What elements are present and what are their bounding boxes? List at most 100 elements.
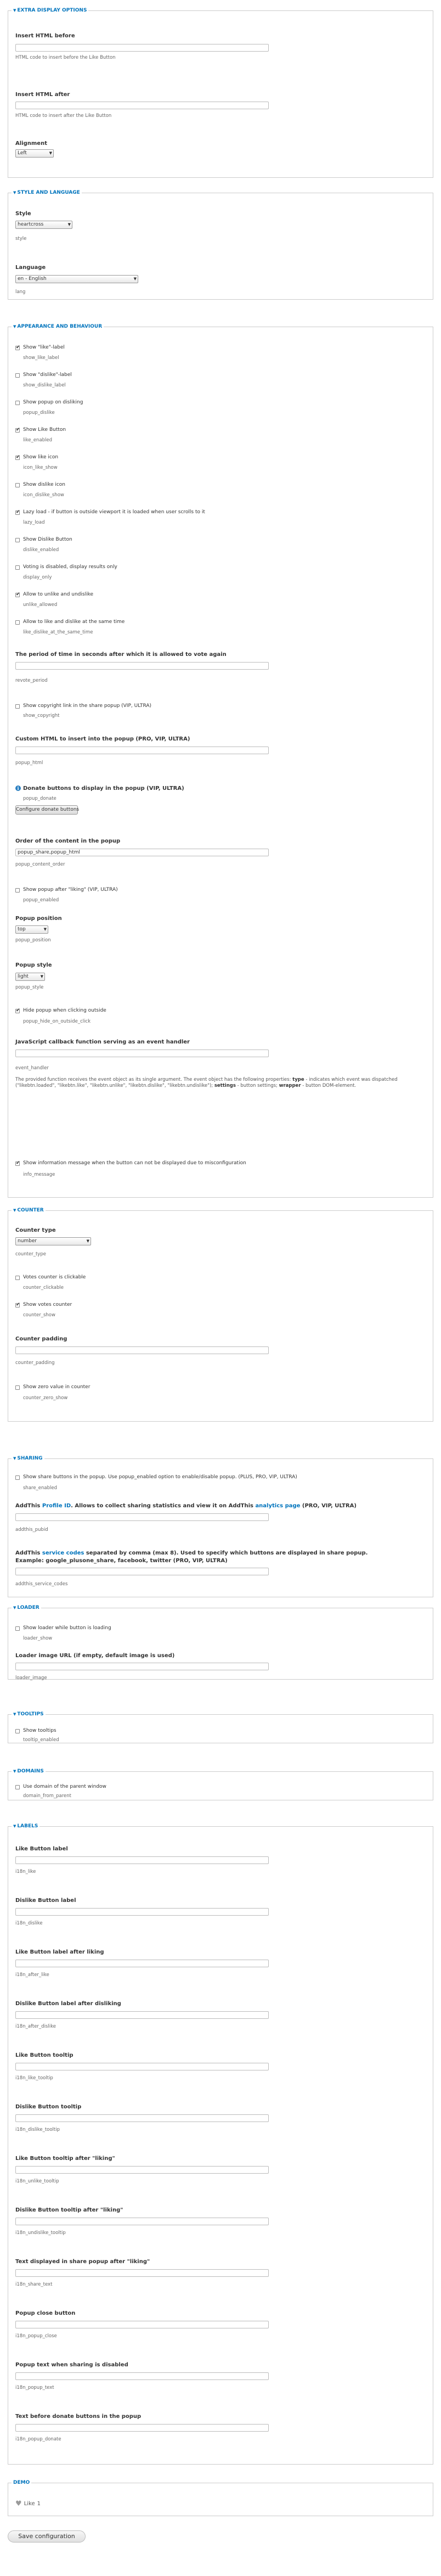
counter-show-checkbox[interactable] — [15, 1302, 20, 1307]
appearance-checkbox-desc: show_dislike_label — [23, 383, 66, 388]
style-language-legend[interactable]: ▼ STYLE AND LANGUAGE — [12, 190, 82, 195]
appearance-checkbox[interactable] — [15, 620, 20, 625]
collapse-arrow-icon: ▼ — [13, 8, 16, 13]
event-handler-desc: event_handler — [15, 1065, 49, 1071]
language-select[interactable]: en - English ▼ — [15, 275, 138, 283]
save-configuration-button[interactable]: Save configuration — [8, 2530, 86, 2543]
popup-html-label: Custom HTML to insert into the popup (PR… — [15, 736, 190, 742]
tooltips-legend[interactable]: ▼ TOOLTIPS — [12, 1711, 46, 1717]
style-select[interactable]: heartcross ▼ — [15, 221, 72, 229]
info-message-checkbox[interactable] — [15, 1160, 20, 1166]
appearance-checkbox[interactable] — [15, 509, 20, 515]
addthis-service-codes-link[interactable]: service codes — [42, 1550, 84, 1556]
popup-html-input[interactable] — [15, 747, 269, 754]
label-field-label: Dislike Button label — [15, 1898, 76, 1904]
chevron-down-icon: ▼ — [133, 277, 137, 281]
domains-legend[interactable]: ▼ DOMAINS — [12, 1769, 46, 1774]
labels-fieldset: ▼ LABELS — [8, 1823, 433, 2465]
popup-position-label: Popup position — [15, 916, 62, 922]
appearance-checkbox[interactable] — [15, 483, 20, 487]
appearance-checkbox[interactable] — [15, 454, 20, 460]
appearance-behaviour-legend[interactable]: ▼ APPEARANCE AND BEHAVIOUR — [12, 324, 104, 329]
label-field-desc: i18n_after_dislike — [15, 2024, 56, 2029]
tooltip-enabled-desc: tooltip_enabled — [23, 1737, 59, 1743]
domain-from-parent-checkbox[interactable] — [15, 1785, 20, 1789]
insert-html-after-input[interactable] — [15, 102, 269, 109]
label-field-input[interactable] — [15, 1856, 269, 1864]
popup-content-order-label: Order of the content in the popup — [15, 838, 121, 844]
label-field-input[interactable] — [15, 2011, 269, 2019]
addthis-service-codes-input[interactable] — [15, 1568, 269, 1575]
loader-legend[interactable]: ▼ LOADER — [12, 1605, 41, 1610]
label-field-desc: i18n_like — [15, 1869, 36, 1875]
label-field-input[interactable] — [15, 2269, 269, 2277]
addthis-service-codes-example: Example: google_plusone_share, facebook,… — [15, 1558, 228, 1564]
popup-position-select[interactable]: top ▼ — [15, 925, 48, 934]
appearance-checkbox-label: Show "like"-label — [23, 345, 65, 350]
label-field-input[interactable] — [15, 2218, 269, 2225]
appearance-checkbox[interactable] — [15, 427, 20, 433]
tooltips-fieldset: ▼ TOOLTIPS — [8, 1711, 433, 1743]
popup-enabled-checkbox[interactable] — [15, 888, 20, 893]
revote-period-label: The period of time in seconds after whic… — [15, 652, 227, 658]
event-handler-label: JavaScript callback function serving as … — [15, 1039, 190, 1045]
sharing-legend[interactable]: ▼ SHARING — [12, 1456, 44, 1461]
revote-period-input[interactable] — [15, 662, 269, 670]
label-field-input[interactable] — [15, 1908, 269, 1916]
label-field-input[interactable] — [15, 2372, 269, 2380]
loader-show-checkbox[interactable] — [15, 1626, 20, 1631]
popup-hide-outside-checkbox[interactable] — [15, 1008, 20, 1013]
loader-image-input[interactable] — [15, 1663, 269, 1670]
label-field-input[interactable] — [15, 2166, 269, 2174]
appearance-checkbox[interactable] — [15, 592, 20, 597]
addthis-pubid-input[interactable] — [15, 1513, 269, 1521]
counter-legend[interactable]: ▼ COUNTER — [12, 1208, 46, 1213]
label-field-label: Dislike Button tooltip — [15, 2104, 82, 2110]
label-field-input[interactable] — [15, 2114, 269, 2122]
configure-donate-buttons-button[interactable]: Configure donate buttons — [15, 805, 79, 815]
appearance-checkbox[interactable] — [15, 345, 20, 350]
revote-period-desc: revote_period — [15, 678, 48, 683]
demo-fieldset: DEMO — [8, 2480, 433, 2516]
counter-clickable-checkbox[interactable] — [15, 1276, 20, 1280]
appearance-checkbox[interactable] — [15, 373, 20, 378]
label-field-input[interactable] — [15, 2321, 269, 2328]
tooltip-enabled-checkbox[interactable] — [15, 1729, 20, 1733]
counter-show-desc: counter_show — [23, 1312, 55, 1318]
counter-zero-checkbox[interactable] — [15, 1385, 20, 1390]
alignment-select[interactable]: Left ▼ — [15, 149, 54, 158]
demo-like-button[interactable]: ♥ Like 1 — [15, 2499, 41, 2508]
demo-like-count: 1 — [37, 2500, 41, 2507]
appearance-checkbox-label: Voting is disabled, display results only — [23, 564, 117, 570]
counter-type-select[interactable]: number ▼ — [15, 1237, 91, 1245]
addthis-analytics-link[interactable]: analytics page — [255, 1503, 300, 1509]
appearance-checkbox[interactable] — [15, 401, 20, 405]
share-enabled-checkbox[interactable] — [15, 1475, 20, 1480]
appearance-checkbox[interactable] — [15, 565, 20, 570]
appearance-checkbox-desc: unlike_allowed — [23, 602, 58, 608]
demo-like-label: Like — [24, 2500, 35, 2507]
appearance-checkbox[interactable] — [15, 538, 20, 542]
label-field-label: Like Button label after liking — [15, 1949, 104, 1955]
popup-content-order-input[interactable]: popup_share,popup_html — [15, 849, 269, 856]
popup-style-select[interactable]: light ▼ — [15, 973, 45, 981]
label-field-input[interactable] — [15, 2063, 269, 2070]
addthis-profile-id-link[interactable]: Profile ID — [42, 1503, 71, 1509]
label-field-input[interactable] — [15, 2424, 269, 2432]
like-button-settings-form: ▼ EXTRA DISPLAY OPTIONS Insert HTML befor… — [0, 0, 441, 2576]
extra-display-options-legend[interactable]: ▼ EXTRA DISPLAY OPTIONS — [12, 8, 88, 13]
popup-enabled-desc: popup_enabled — [23, 897, 59, 903]
labels-legend[interactable]: ▼ LABELS — [12, 1823, 39, 1829]
addthis-service-codes-label: AddThis service codes separated by comma… — [15, 1550, 368, 1556]
insert-html-before-label: Insert HTML before — [15, 33, 75, 39]
label-field-input[interactable] — [15, 1960, 269, 1967]
insert-html-before-input[interactable] — [15, 44, 269, 52]
info-message-desc: info_message — [23, 1172, 55, 1177]
chevron-down-icon: ▼ — [86, 1239, 89, 1243]
counter-padding-input[interactable] — [15, 1346, 269, 1354]
popup-style-label: Popup style — [15, 962, 52, 968]
show-copyright-checkbox[interactable] — [15, 704, 20, 709]
domain-from-parent-label: Use domain of the parent window — [23, 1784, 106, 1789]
appearance-checkbox-label: Show "dislike"-label — [23, 372, 72, 378]
event-handler-input[interactable] — [15, 1050, 269, 1057]
